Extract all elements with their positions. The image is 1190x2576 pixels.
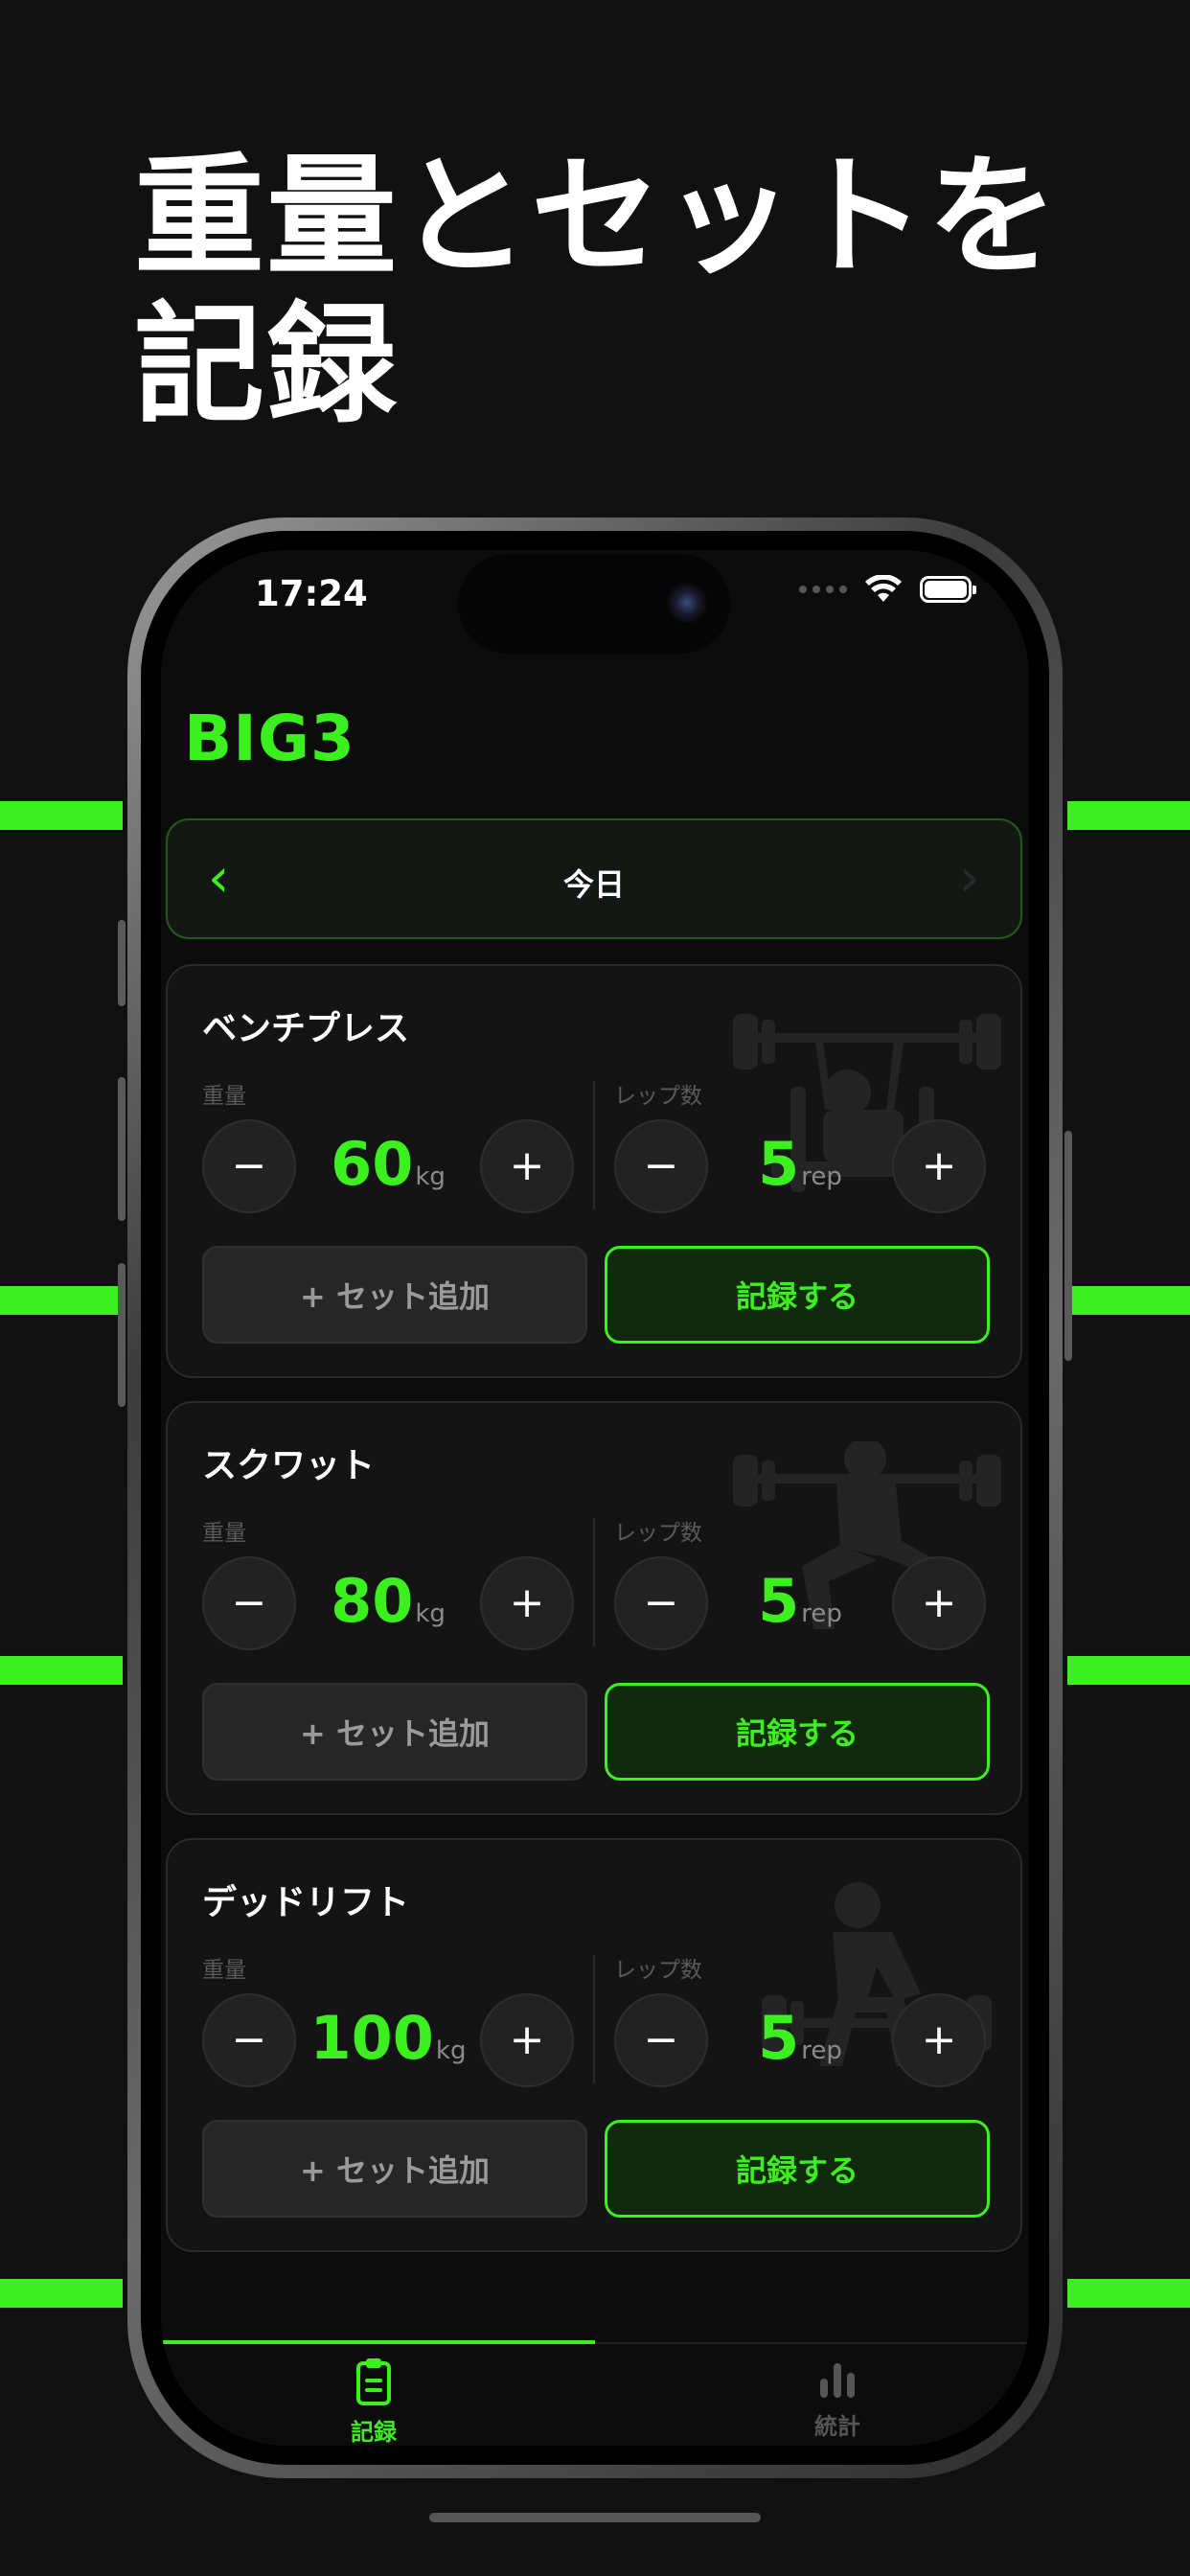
reps-number: 5 <box>758 1129 800 1199</box>
decor-stripe <box>0 1656 123 1685</box>
tab-bar: 記録 統計 <box>161 2340 1029 2446</box>
wifi-icon <box>865 575 902 602</box>
exercise-card-squat: スクワット 重量 レップ数 − 80kg + − 5rep + + セット追加 … <box>166 1401 1022 1815</box>
weight-unit: kg <box>415 1599 446 1628</box>
status-icons <box>799 575 976 604</box>
headline-line-2: 記録 <box>134 290 399 442</box>
reps-label: レップ数 <box>614 1084 702 1109</box>
exercise-card-deadlift: デッドリフト 重量 レップ数 − 100kg + − 5rep + + セット追… <box>166 1838 1022 2252</box>
weight-decrease-button[interactable]: − <box>202 1993 296 2087</box>
phone-volume-down <box>118 1263 126 1407</box>
add-set-button[interactable]: + セット追加 <box>202 1246 587 1344</box>
tab-label: 記録 <box>351 2419 397 2446</box>
weight-number: 80 <box>331 1566 414 1636</box>
decor-stripe <box>1067 801 1190 830</box>
weight-value: 60kg <box>298 1129 478 1199</box>
exercise-name: ベンチプレス <box>202 1009 410 1048</box>
reps-decrease-button[interactable]: − <box>614 1556 708 1650</box>
weight-increase-button[interactable]: + <box>480 1119 574 1213</box>
weight-unit: kg <box>415 1162 446 1191</box>
phone-power-button <box>1064 1131 1072 1361</box>
decor-stripe <box>1067 1286 1190 1315</box>
status-time: 17:24 <box>255 573 368 614</box>
reps-label: レップ数 <box>614 1521 702 1546</box>
next-day-button[interactable]: › <box>959 847 980 910</box>
decor-stripe <box>0 801 123 830</box>
add-set-button[interactable]: + セット追加 <box>202 2120 587 2218</box>
column-divider <box>593 1518 595 1646</box>
reps-increase-button[interactable]: + <box>892 1556 986 1650</box>
decor-stripe <box>1067 1656 1190 1685</box>
column-divider <box>593 1081 595 1209</box>
clipboard-icon <box>356 2358 391 2405</box>
phone-volume-up <box>118 1077 126 1221</box>
decor-stripe <box>1067 2279 1190 2308</box>
reps-value: 5rep <box>710 1129 890 1199</box>
reps-unit: rep <box>801 2036 842 2065</box>
reps-increase-button[interactable]: + <box>892 1119 986 1213</box>
record-button[interactable]: 記録する <box>605 2120 990 2218</box>
exercise-card-bench-press: ベンチプレス 重量 レップ数 − 60kg + − 5rep + + セット追加… <box>166 964 1022 1378</box>
tab-stats[interactable]: 統計 <box>742 2358 933 2441</box>
reps-increase-button[interactable]: + <box>892 1993 986 2087</box>
weight-value: 80kg <box>298 1566 478 1636</box>
weight-label: 重量 <box>202 1521 246 1546</box>
reps-unit: rep <box>801 1162 842 1191</box>
add-set-button[interactable]: + セット追加 <box>202 1683 587 1781</box>
reps-decrease-button[interactable]: − <box>614 1119 708 1213</box>
cellular-signal-icon <box>799 586 847 593</box>
exercise-name: スクワット <box>202 1446 376 1485</box>
battery-icon <box>920 576 976 603</box>
weight-value: 100kg <box>298 2003 478 2073</box>
weight-unit: kg <box>435 2036 467 2065</box>
date-navigator: ‹ 今日 › <box>166 818 1022 939</box>
reps-unit: rep <box>801 1599 842 1628</box>
reps-label: レップ数 <box>614 1958 702 1983</box>
camera-lens-icon <box>667 583 707 623</box>
reps-value: 5rep <box>710 2003 890 2073</box>
active-tab-indicator <box>161 2340 595 2344</box>
weight-increase-button[interactable]: + <box>480 1993 574 2087</box>
weight-label: 重量 <box>202 1084 246 1109</box>
weight-decrease-button[interactable]: − <box>202 1556 296 1650</box>
home-indicator[interactable] <box>429 2513 761 2522</box>
date-label: 今日 <box>562 866 625 903</box>
reps-value: 5rep <box>710 1566 890 1636</box>
record-button[interactable]: 記録する <box>605 1683 990 1781</box>
phone-action-button <box>118 920 126 1006</box>
decor-stripe <box>0 1286 123 1315</box>
bar-chart-icon <box>820 2363 855 2398</box>
exercise-name: デッドリフト <box>202 1883 410 1922</box>
record-button[interactable]: 記録する <box>605 1246 990 1344</box>
weight-decrease-button[interactable]: − <box>202 1119 296 1213</box>
reps-decrease-button[interactable]: − <box>614 1993 708 2087</box>
marketing-headline: 重量とセットを 記録 <box>134 144 1060 441</box>
reps-number: 5 <box>758 2003 800 2073</box>
tab-record[interactable]: 記録 <box>278 2358 469 2446</box>
dynamic-island <box>458 554 730 654</box>
phone-screen: 17:24 BIG3 ‹ 今日 › ベンチプレス 重量 レップ数 − 60kg … <box>161 550 1029 2446</box>
reps-number: 5 <box>758 1566 800 1636</box>
decor-stripe <box>0 2279 123 2308</box>
weight-label: 重量 <box>202 1958 246 1983</box>
weight-number: 60 <box>331 1129 414 1199</box>
app-title: BIG3 <box>184 702 355 775</box>
headline-line-1: 重量とセットを <box>134 142 1060 293</box>
weight-increase-button[interactable]: + <box>480 1556 574 1650</box>
weight-number: 100 <box>309 2003 434 2073</box>
tab-label: 統計 <box>814 2413 860 2440</box>
column-divider <box>593 1955 595 2083</box>
